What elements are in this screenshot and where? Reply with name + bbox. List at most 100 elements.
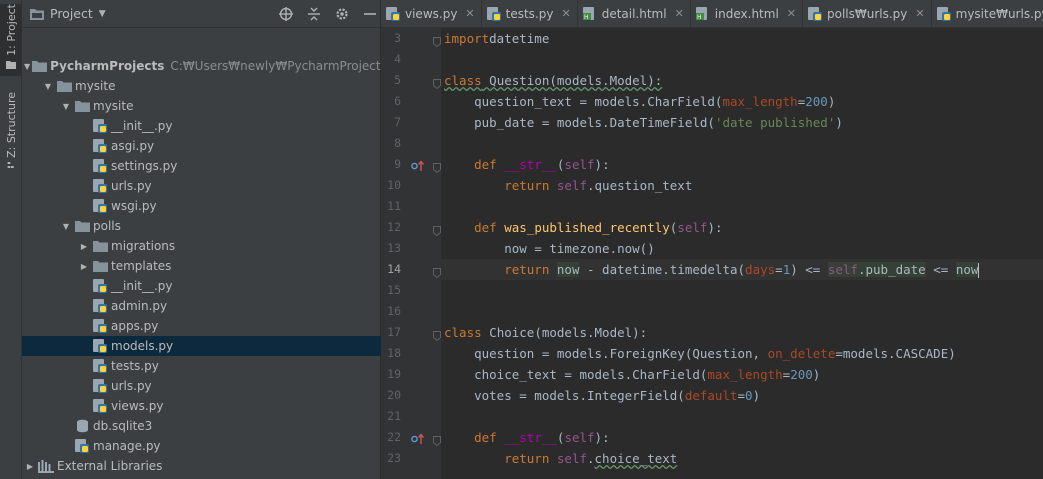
code-line[interactable] — [441, 301, 1043, 322]
line-number: 8 — [394, 136, 401, 150]
tree-folder-item[interactable]: ▼ PycharmProjects C:₩Users₩newly₩PycharmPr… — [22, 56, 387, 76]
line-number: 12 — [387, 220, 401, 234]
tree-folder-item[interactable]: ▶ templates — [22, 256, 381, 276]
expand-arrow-down-icon[interactable]: ▼ — [60, 220, 72, 232]
tree-file-item[interactable]: admin.py — [22, 296, 381, 316]
structure-tool-tab[interactable]: Z: Structure — [0, 92, 22, 168]
fold-marker-icon[interactable] — [433, 33, 441, 48]
expand-arrow-right-icon[interactable]: ▶ — [24, 460, 36, 472]
code-token: = — [775, 262, 783, 277]
override-method-icon[interactable] — [411, 158, 425, 171]
code-line[interactable]: def was_published_recently(self): — [441, 217, 1043, 238]
editor-tab-label: polls₩urls.py — [827, 6, 908, 21]
close-tab-icon[interactable]: ✕ — [915, 7, 924, 20]
gear-icon[interactable] — [334, 6, 350, 22]
code-line[interactable] — [441, 280, 1043, 301]
code-line[interactable] — [441, 49, 1043, 70]
code-line[interactable]: def __str__(self): — [441, 427, 1043, 448]
hide-panel-icon[interactable] — [362, 6, 378, 22]
expand-arrow-right-icon[interactable]: ▶ — [78, 240, 90, 252]
close-tab-icon[interactable]: ✕ — [675, 7, 684, 20]
tree-file-item[interactable]: manage.py — [22, 436, 381, 456]
fold-marker-icon[interactable] — [433, 264, 441, 279]
target-icon[interactable] — [278, 6, 294, 22]
fold-marker-icon[interactable] — [433, 75, 441, 90]
fold-marker-icon[interactable] — [433, 159, 441, 174]
tree-file-item[interactable]: tests.py — [22, 356, 381, 376]
code-editor[interactable]: 3 4 5 6 7 8 9 10 11 12 13 14 15 16 17 18 19 20 21 22 23 impo… — [381, 28, 1043, 479]
code-token: <= — [925, 262, 956, 277]
tree-file-item[interactable]: settings.py — [22, 156, 381, 176]
code-token: self — [827, 262, 858, 277]
close-tab-icon[interactable]: ✕ — [465, 7, 474, 20]
code-line[interactable]: question = models.ForeignKey(Question, o… — [441, 343, 1043, 364]
tree-file-item[interactable]: __init__.py — [22, 116, 381, 136]
code-line[interactable]: def __str__(self): — [441, 154, 1043, 175]
expand-arrow-down-icon[interactable]: ▼ — [24, 60, 30, 72]
editor-tab[interactable]: polls₩urls.py ✕ — [803, 0, 932, 27]
tree-item-label: db.sqlite3 — [93, 419, 153, 433]
expand-arrow-down-icon[interactable]: ▼ — [42, 80, 54, 92]
code-line[interactable]: return self.choice_text — [441, 448, 1043, 469]
folder-icon — [92, 259, 108, 273]
svg-text:H: H — [584, 14, 589, 21]
gutter-line: 21 — [381, 406, 441, 427]
code-token: class — [444, 73, 482, 88]
tree-file-item[interactable]: views.py — [22, 396, 381, 416]
code-line[interactable]: choice_text = models.CharField(max_lengt… — [441, 364, 1043, 385]
expand-arrow-right-icon[interactable]: ▶ — [78, 260, 90, 272]
code-token: ): — [594, 157, 610, 172]
code-line[interactable]: question_text = models.CharField(max_len… — [441, 91, 1043, 112]
editor-tab[interactable]: Hindex.html ✕ — [691, 0, 803, 27]
tree-file-item[interactable]: models.py — [22, 336, 381, 356]
code-line[interactable]: importdatetime — [441, 28, 1043, 49]
fold-marker-icon[interactable] — [433, 222, 441, 237]
python-file-icon — [92, 399, 108, 413]
tree-item-label: views.py — [111, 399, 164, 413]
code-line[interactable] — [441, 196, 1043, 217]
code-line[interactable]: return now - datetime.timedelta(days=1) … — [441, 259, 1043, 280]
tree-file-item[interactable]: urls.py — [22, 376, 381, 396]
tree-file-item[interactable]: asgi.py — [22, 136, 381, 156]
project-tool-tab[interactable]: 1: Project — [0, 4, 22, 76]
close-tab-icon[interactable]: ✕ — [561, 7, 570, 20]
code-token: choice_text = models.CharField( — [444, 367, 708, 382]
collapse-all-icon[interactable] — [306, 6, 322, 22]
fold-marker-icon[interactable] — [433, 432, 441, 447]
code-token: 200 — [805, 94, 828, 109]
tree-file-item[interactable]: ▶ External Libraries — [22, 456, 381, 476]
tree-folder-item[interactable]: ▼ mysite — [22, 96, 381, 116]
fold-marker-icon[interactable] — [433, 327, 441, 342]
view-selector-chevron-down-icon[interactable]: ▼ — [99, 9, 106, 19]
tree-file-item[interactable]: apps.py — [22, 316, 381, 336]
tree-folder-item[interactable]: ▼ polls — [22, 216, 381, 236]
code-line[interactable]: now = timezone.now() — [441, 238, 1043, 259]
code-line[interactable]: votes = models.IntegerField(default=0) — [441, 385, 1043, 406]
editor-tab[interactable]: tests.py ✕ — [482, 0, 578, 27]
tree-file-item[interactable]: db.sqlite3 — [22, 416, 381, 436]
project-panel-title[interactable]: Project — [50, 6, 93, 21]
code-token: .pub_date — [857, 262, 926, 277]
structure-icon — [7, 161, 14, 168]
tree-file-item[interactable]: __init__.py — [22, 276, 381, 296]
code-line[interactable] — [441, 133, 1043, 154]
editor-tab[interactable]: mysite₩urls.py✕ — [932, 0, 1043, 27]
code-line[interactable]: class Question(models.Model): — [441, 70, 1043, 91]
editor-tab[interactable]: views.py ✕ — [381, 0, 482, 27]
code-line[interactable]: pub_date = models.DateTimeField('date pu… — [441, 112, 1043, 133]
expand-arrow-down-icon[interactable]: ▼ — [60, 100, 72, 112]
tree-file-item[interactable]: urls.py — [22, 176, 381, 196]
close-tab-icon[interactable]: ✕ — [787, 7, 796, 20]
tree-item-label: manage.py — [93, 439, 161, 453]
override-method-icon[interactable] — [411, 431, 425, 444]
code-line[interactable]: class Choice(models.Model): — [441, 322, 1043, 343]
tree-folder-item[interactable]: ▼ mysite — [22, 76, 381, 96]
tree-folder-item[interactable]: ▶ migrations — [22, 236, 381, 256]
editor-tab[interactable]: Hdetail.html ✕ — [578, 0, 691, 27]
tree-file-item[interactable]: wsgi.py — [22, 196, 381, 216]
code-line[interactable] — [441, 406, 1043, 427]
code-line[interactable]: return self.question_text — [441, 175, 1043, 196]
tree-item-label: templates — [111, 259, 172, 273]
